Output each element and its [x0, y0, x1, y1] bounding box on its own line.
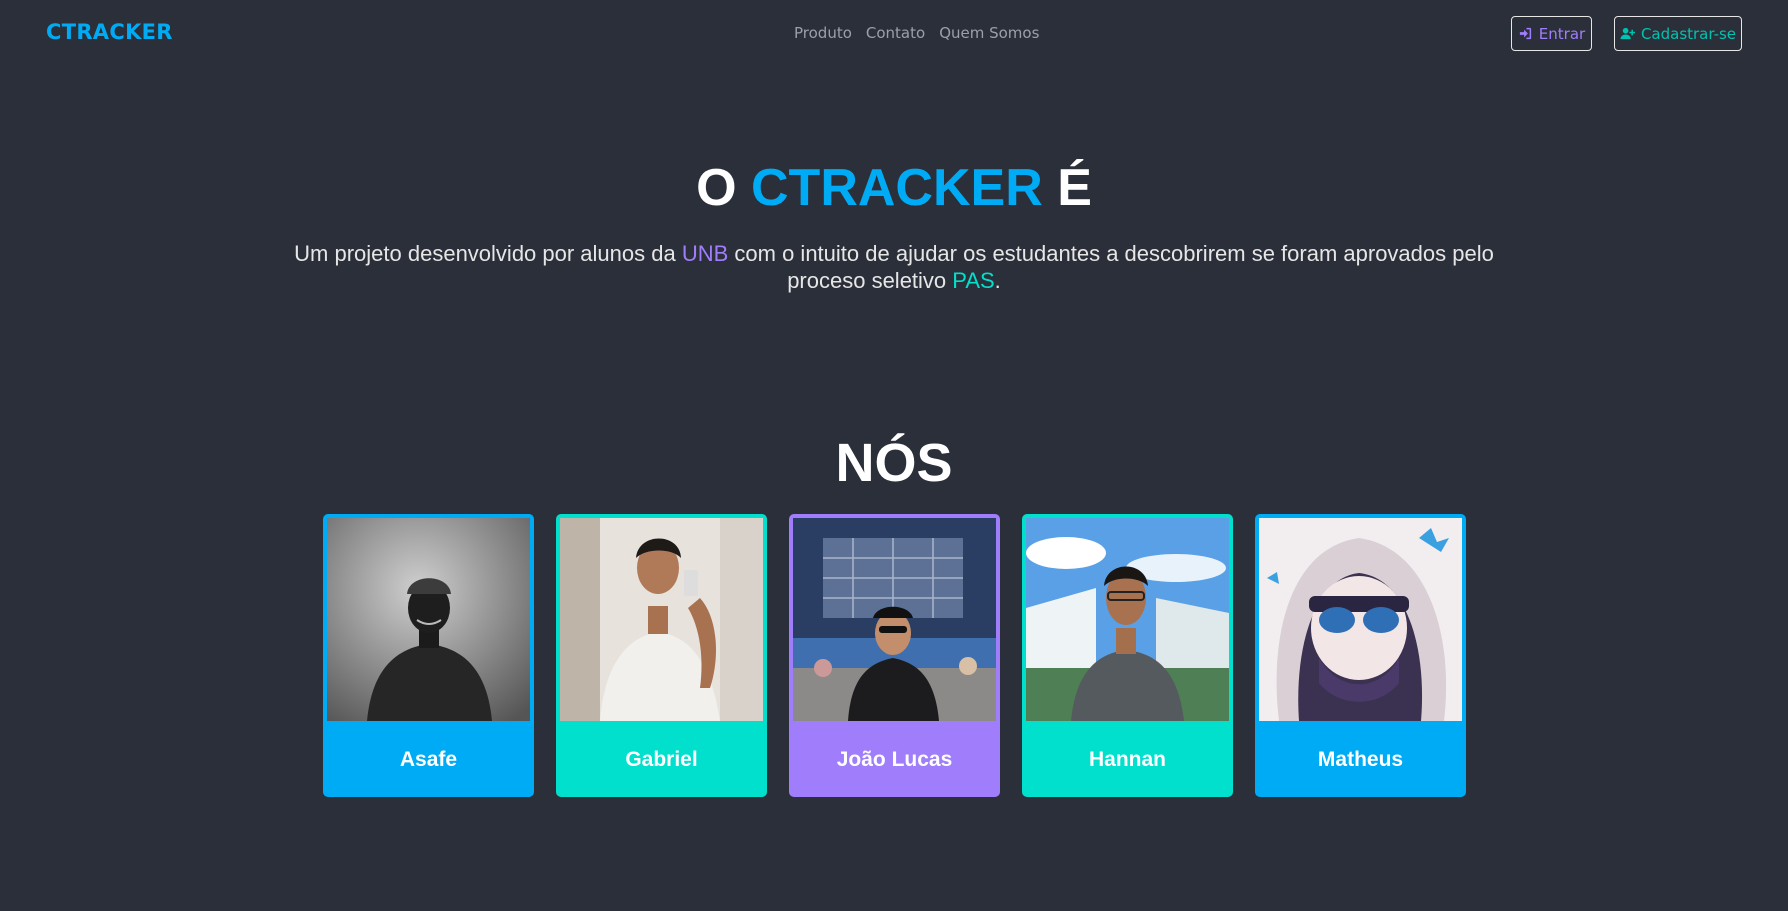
hero-title-suffix: É: [1057, 159, 1092, 217]
hero-subtitle-pas: PAS: [952, 268, 995, 293]
hero-subtitle: Um projeto desenvolvido por alunos da UN…: [290, 240, 1498, 294]
hero-title: O CTRACKER É: [0, 158, 1788, 218]
user-plus-icon: [1620, 27, 1635, 40]
member-photo: [327, 518, 530, 721]
hero-subtitle-unb: UNB: [681, 241, 729, 266]
nav-links: Produto Contato Quem Somos: [794, 24, 1039, 42]
sign-in-icon: [1519, 27, 1531, 40]
member-photo: [560, 518, 763, 721]
login-button[interactable]: Entrar: [1511, 16, 1592, 51]
team-card-hannan[interactable]: Hannan: [1022, 514, 1233, 797]
brand-logo[interactable]: CTRACKER: [46, 20, 173, 44]
hero-subtitle-part-2: com o intuito de ajudar os estudantes a …: [728, 241, 1494, 293]
member-name: Hannan: [1088, 747, 1166, 771]
team-card-matheus[interactable]: Matheus: [1255, 514, 1466, 797]
team-card-gabriel[interactable]: Gabriel: [556, 514, 767, 797]
member-photo: [1259, 518, 1462, 721]
hero-title-prefix: O: [696, 159, 737, 217]
login-label: Entrar: [1538, 24, 1586, 43]
team-title: NÓS: [835, 433, 953, 493]
nav-link-produto[interactable]: Produto: [794, 24, 852, 42]
member-photo: [793, 518, 996, 721]
team-card-joao-lucas[interactable]: João Lucas: [789, 514, 1000, 797]
hero-subtitle-part-1: Um projeto desenvolvido por alunos da: [294, 241, 682, 266]
hero-subtitle-part-3: .: [994, 268, 1001, 293]
member-name: Gabriel: [625, 747, 698, 771]
member-name: Matheus: [1317, 747, 1404, 771]
signup-label: Cadastrar-se: [1640, 24, 1737, 43]
nav-link-quem-somos[interactable]: Quem Somos: [939, 24, 1039, 42]
signup-button[interactable]: Cadastrar-se: [1614, 16, 1742, 51]
navbar: CTRACKER Produto Contato Quem Somos Entr…: [0, 0, 1788, 68]
hero-title-highlight: CTRACKER: [751, 159, 1043, 217]
member-name: Asafe: [399, 747, 458, 771]
team-cards: Asafe Gabriel João Lucas Hannan Matheus: [323, 514, 1466, 797]
member-photo: [1026, 518, 1229, 721]
team-card-asafe[interactable]: Asafe: [323, 514, 534, 797]
member-name: João Lucas: [836, 747, 953, 771]
nav-link-contato[interactable]: Contato: [866, 24, 925, 42]
